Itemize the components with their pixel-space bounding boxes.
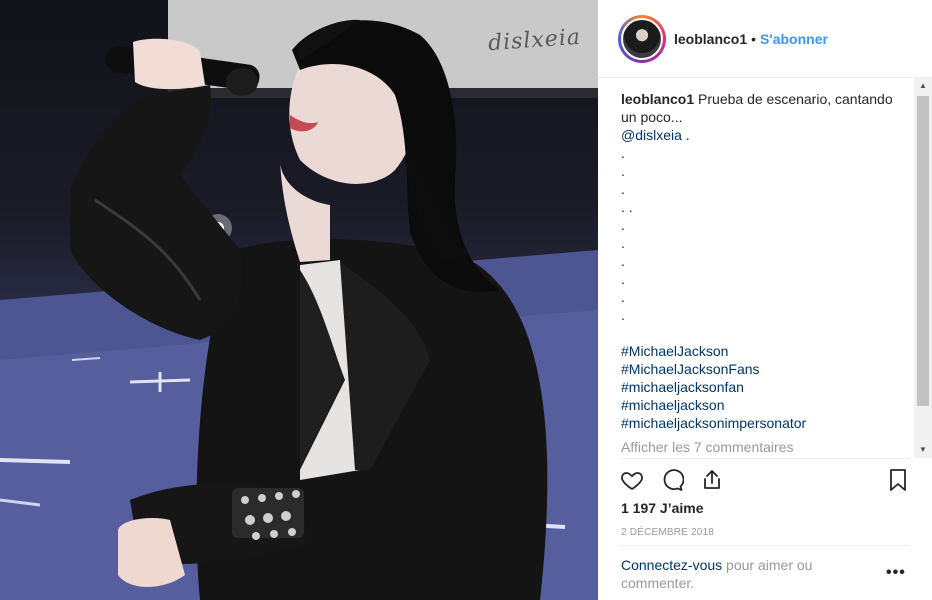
- post-photo[interactable]: dislxeia: [0, 0, 598, 600]
- caption-dot-line: .: [621, 271, 625, 287]
- caption-mention[interactable]: @dislxeia .: [621, 126, 901, 144]
- follow-button[interactable]: S'abonner: [760, 31, 828, 47]
- caption-dot-line: .: [621, 163, 625, 179]
- login-divider: [620, 545, 910, 546]
- caption-dot-line: .: [621, 145, 625, 161]
- caption-dot-line: . .: [621, 199, 633, 215]
- scroll-up-arrow-icon[interactable]: ▲: [914, 78, 932, 94]
- bookmark-icon: [890, 469, 906, 491]
- likes-count[interactable]: 1 197 J’aime: [621, 500, 704, 516]
- caption-dot-line: .: [621, 235, 625, 251]
- hashtag-link[interactable]: #michaeljacksonimpersonator: [621, 414, 901, 432]
- save-button[interactable]: [878, 462, 918, 498]
- performer-illustration: [0, 0, 598, 600]
- post-header: leoblanco1 • S'abonner: [598, 0, 932, 78]
- actions-divider: [620, 458, 910, 459]
- action-bar: [612, 462, 918, 498]
- caption-dot-line: .: [621, 307, 625, 323]
- hashtag-link[interactable]: #michaeljacksonfan: [621, 378, 901, 396]
- post-side-panel: leoblanco1 • S'abonner leoblanco1 Prueba…: [598, 0, 932, 600]
- heart-icon: [621, 472, 643, 490]
- caption-comments-area: leoblanco1 Prueba de escenario, cantando…: [621, 90, 901, 458]
- hashtag-link[interactable]: #MichaelJackson: [621, 342, 901, 360]
- scrollbar-thumb[interactable]: [917, 96, 929, 406]
- avatar-story-ring[interactable]: [618, 14, 666, 63]
- caption-dot-line: .: [621, 217, 625, 233]
- instagram-post: dislxeia leoblanco1 • S'abonner leoblanc…: [0, 0, 932, 600]
- caption-dot-line: .: [621, 181, 625, 197]
- caption-username[interactable]: leoblanco1: [621, 91, 694, 107]
- like-button[interactable]: [612, 462, 652, 498]
- caption-dot-line: .: [621, 253, 625, 269]
- scroll-down-arrow-icon[interactable]: ▼: [914, 442, 932, 458]
- comment-button[interactable]: [652, 462, 692, 498]
- hashtag-link[interactable]: #MichaelJacksonFans: [621, 360, 901, 378]
- header-username[interactable]: leoblanco1: [674, 31, 747, 47]
- comment-icon: [663, 469, 684, 491]
- caption-dot-line: .: [621, 289, 625, 305]
- view-all-comments-link[interactable]: Afficher les 7 commentaires: [621, 438, 901, 456]
- caption: leoblanco1 Prueba de escenario, cantando…: [621, 90, 901, 126]
- share-button[interactable]: [692, 462, 732, 498]
- login-prompt: Connectez-vous pour aimer ou commenter.: [621, 556, 841, 592]
- header-separator: •: [751, 30, 757, 47]
- hashtag-link[interactable]: #michaeljackson: [621, 396, 901, 414]
- post-date[interactable]: 2 décembre 2018: [621, 527, 714, 538]
- more-options-button[interactable]: •••: [886, 564, 910, 582]
- login-link[interactable]: Connectez-vous: [621, 557, 722, 573]
- share-icon: [704, 470, 720, 489]
- comments-scrollbar[interactable]: ▲ ▼: [914, 78, 932, 458]
- avatar[interactable]: [621, 17, 663, 60]
